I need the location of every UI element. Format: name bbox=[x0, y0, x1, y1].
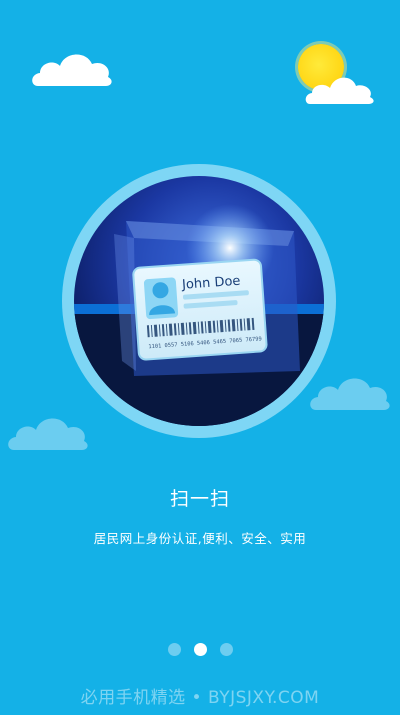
cloud-top-right bbox=[305, 77, 374, 104]
watermark-text: 必用手机精选 • BYJSJXY.COM bbox=[80, 688, 320, 708]
onboarding-subtitle: 居民网上身份认证,便利、安全、实用 bbox=[93, 531, 307, 546]
id-card-scene: John Doe 1101 0557 5106 5406 5465 7065 7… bbox=[74, 204, 324, 426]
page-dot-2-active[interactable] bbox=[193, 643, 207, 656]
hero-illustration: John Doe 1101 0557 5106 5406 5465 7065 7… bbox=[62, 164, 336, 438]
page-dot-1[interactable] bbox=[167, 643, 181, 656]
cloud-top-left bbox=[32, 54, 112, 86]
onboarding-title: 扫一扫 bbox=[169, 488, 230, 510]
page-indicator bbox=[0, 643, 400, 656]
page-dot-3[interactable] bbox=[219, 643, 233, 656]
hero-circle: John Doe 1101 0557 5106 5406 5465 7065 7… bbox=[74, 176, 324, 426]
